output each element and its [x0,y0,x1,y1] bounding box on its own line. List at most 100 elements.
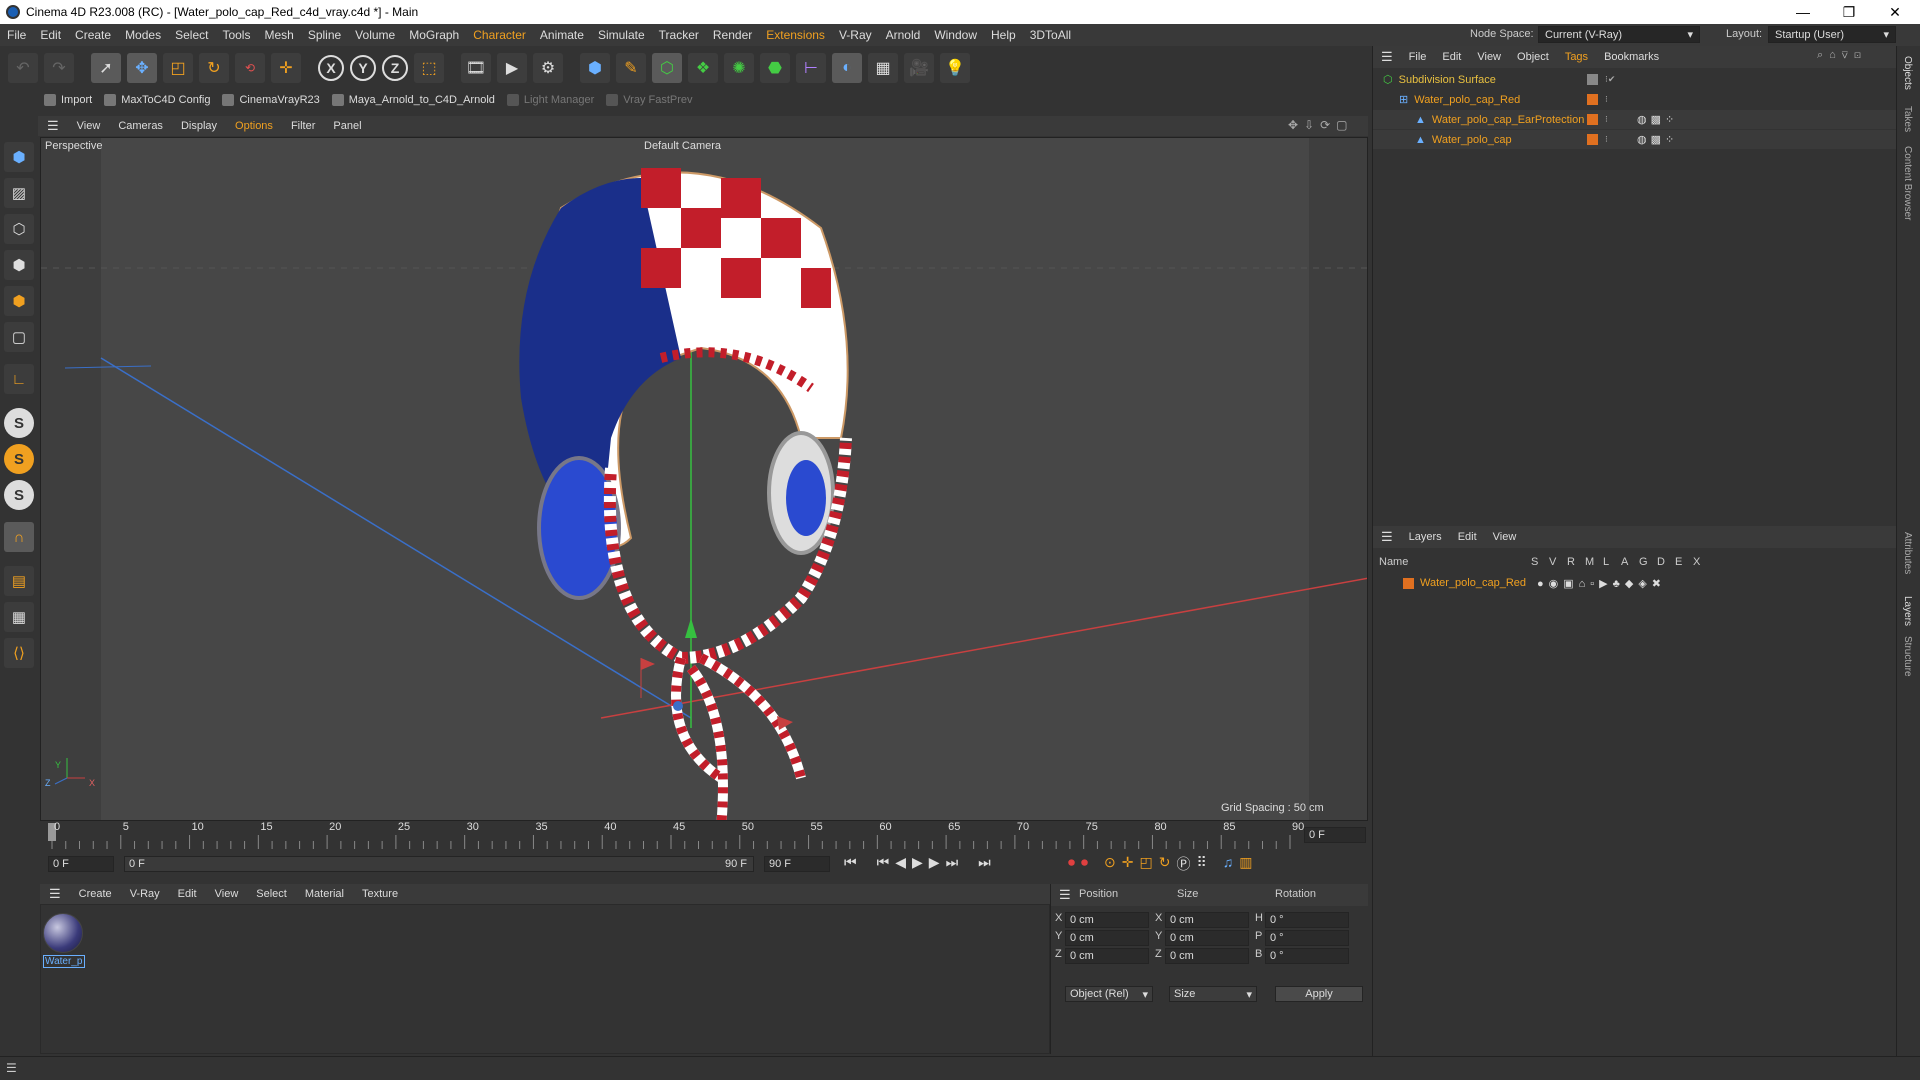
next-frame-icon[interactable]: ▶ [929,854,940,871]
menu-3dtoall[interactable]: 3DToAll [1023,28,1078,42]
workplane-icon[interactable]: ▢ [4,322,34,352]
position-field[interactable]: 0 cm [1065,930,1149,946]
object-row[interactable]: ⊞ Water_polo_cap_Red ⁝ [1373,90,1897,109]
layer-color-swatch[interactable] [1403,577,1414,589]
current-frame-field[interactable]: 0 F [1304,827,1366,843]
menu-arnold[interactable]: Arnold [879,28,928,42]
redo-icon[interactable]: ↷ [44,53,74,83]
menu-simulate[interactable]: Simulate [591,28,652,42]
go-to-start-icon[interactable]: ⏮ [844,854,857,871]
texture-mode-icon[interactable]: ▨ [4,178,34,208]
object-row[interactable]: ▲ Water_polo_cap ⁝ ◍▩⁘ [1373,130,1897,149]
plugin-maxtoc4d[interactable]: MaxToC4D Config [104,94,210,106]
object-row[interactable]: ⬡ Subdivision Surface ⁝✔ [1373,70,1897,89]
material-tags-icon[interactable]: ◍▩⁘ [1637,113,1678,126]
timeline-window-icon[interactable]: ▥ [1239,854,1252,874]
recent-tools-icon[interactable]: ⟲ [235,53,265,83]
viewport-3d[interactable]: Perspective Default Camera Grid Spacing … [40,137,1368,821]
menu-modes[interactable]: Modes [118,28,168,42]
parameter-key-icon[interactable]: Ⓟ [1176,854,1190,874]
menu-select[interactable]: Select [168,28,215,42]
floor-icon[interactable]: ▦ [868,53,898,83]
menu-render[interactable]: Render [706,28,759,42]
locked-workplane-icon[interactable]: ⟨⟩ [4,638,34,668]
obj-menu-file[interactable]: File [1401,51,1435,63]
layer-toggle-icons[interactable]: ●◉▣⌂▫▶♣◆◈✖ [1537,577,1666,590]
rotation-key-icon[interactable]: ↻ [1159,854,1171,874]
menu-volume[interactable]: Volume [348,28,402,42]
minimize-button[interactable]: — [1780,0,1826,24]
hamburger-icon[interactable]: ☰ [1373,49,1401,65]
mat-menu-edit[interactable]: Edit [169,888,206,900]
tab-layers[interactable]: Layers [1902,596,1913,626]
go-to-end-icon[interactable]: ⏭ [978,854,991,871]
viewport-nav-icons[interactable]: ✥⇩⟳▢ [1288,118,1354,132]
obj-menu-edit[interactable]: Edit [1434,51,1469,63]
previous-frame-icon[interactable]: ◀ [895,854,906,871]
end-frame-field[interactable]: 90 F [764,856,830,872]
obj-menu-tags[interactable]: Tags [1557,51,1596,63]
menu-v-ray[interactable]: V-Ray [832,28,879,42]
layer-menu-layers[interactable]: Layers [1401,531,1450,543]
floor-grid-icon[interactable]: ▤ [4,566,34,596]
edges-mode-icon[interactable]: ⬡ [4,214,34,244]
previous-key-icon[interactable]: ⏮ [877,854,890,871]
menu-file[interactable]: File [0,28,33,42]
rotation-field[interactable]: 0 ° [1265,930,1349,946]
select-tool-icon[interactable]: ➚ [91,53,121,83]
y-axis-lock-icon[interactable]: Y [350,55,376,81]
cube-icon[interactable]: ⬢ [580,53,610,83]
field-icon[interactable]: ◐ [832,53,862,83]
timeline-ruler[interactable]: 0 5 10 15 20 25 30 35 40 45 50 55 60 65 70 75 80 85 90 0 F [40,821,1368,851]
layer-menu-view[interactable]: View [1485,531,1525,543]
obj-menu-view[interactable]: View [1469,51,1509,63]
coord-mode-select[interactable]: Object (Rel) ▾ [1065,986,1153,1002]
visibility-dots-icon[interactable]: ⁝ [1605,114,1608,125]
node-space-select[interactable]: Current (V-Ray) ▾ [1538,26,1700,43]
plugin-cinemavray[interactable]: CinemaVrayR23 [222,94,320,106]
hamburger-icon[interactable]: ☰ [1373,529,1401,545]
menu-extensions[interactable]: Extensions [759,28,832,42]
menu-character[interactable]: Character [466,28,533,42]
apply-button[interactable]: Apply [1275,986,1363,1002]
hamburger-icon[interactable]: ☰ [1051,887,1079,903]
object-layer-swatch[interactable] [1587,94,1598,105]
vp-menu-panel[interactable]: Panel [324,120,370,132]
menu-mograph[interactable]: MoGraph [402,28,466,42]
uv-mode-icon[interactable]: ⬢ [4,286,34,316]
motion-system-icon[interactable]: ♫ [1223,854,1234,874]
rotation-field[interactable]: 0 ° [1265,912,1349,928]
record-icon[interactable]: ⏺ [1068,854,1075,874]
mat-menu-vray[interactable]: V-Ray [121,888,169,900]
menu-mesh[interactable]: Mesh [257,28,300,42]
subdivision-icon[interactable]: ⬡ [652,53,682,83]
menu-window[interactable]: Window [927,28,984,42]
position-key-icon[interactable]: ✛ [1122,854,1134,874]
z-axis-lock-icon[interactable]: Z [382,55,408,81]
size-field[interactable]: 0 cm [1165,912,1249,928]
layer-menu-edit[interactable]: Edit [1450,531,1485,543]
object-layer-swatch[interactable] [1587,74,1598,85]
camera-icon[interactable]: 🎥 [904,53,934,83]
object-row[interactable]: ▲ Water_polo_cap_EarProtection ⁝ ◍▩⁘ [1373,110,1897,129]
light-icon[interactable]: 💡 [940,53,970,83]
next-key-icon[interactable]: ⏭ [946,854,959,871]
transform-tool-icon[interactable]: ✛ [271,53,301,83]
status-menu-icon[interactable]: ☰ [6,1061,17,1075]
mat-menu-texture[interactable]: Texture [353,888,407,900]
tab-objects[interactable]: Objects [1902,56,1913,90]
menu-tracker[interactable]: Tracker [652,28,706,42]
menu-tools[interactable]: Tools [215,28,257,42]
vp-menu-view[interactable]: View [68,120,110,132]
play-icon[interactable]: ▶ [912,854,923,871]
timeline-svg[interactable] [40,821,1368,851]
hamburger-icon[interactable]: ☰ [40,886,70,902]
position-field[interactable]: 0 cm [1065,912,1149,928]
move-tool-icon[interactable]: ✥ [127,53,157,83]
vp-menu-display[interactable]: Display [172,120,226,132]
snap-icon[interactable]: S [4,408,34,438]
close-button[interactable]: ✕ [1872,0,1918,24]
rotation-field[interactable]: 0 ° [1265,948,1349,964]
render-settings-icon[interactable]: ⚙ [533,53,563,83]
axis-mode-icon[interactable]: ∟ [4,364,34,394]
